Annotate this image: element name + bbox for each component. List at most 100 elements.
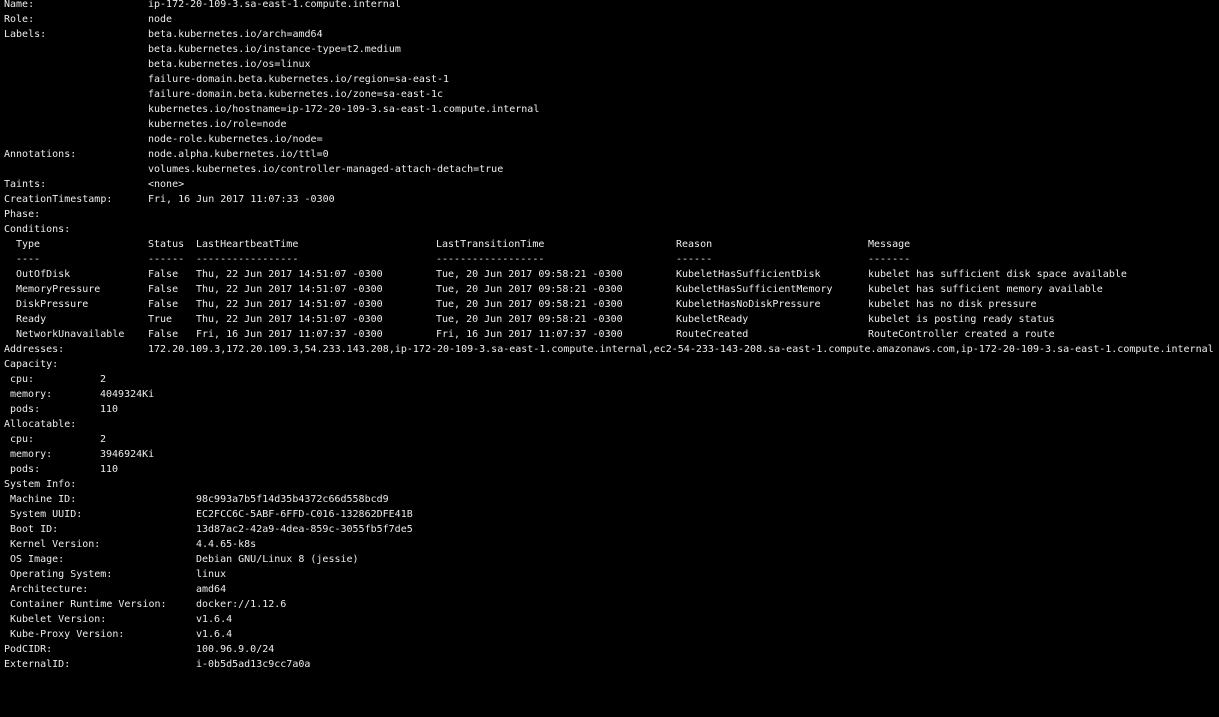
system-info-key: Operating System: — [10, 569, 113, 580]
condition-message: RouteController created a route — [868, 329, 1055, 340]
label-item: beta.kubernetes.io/os=linux — [148, 59, 311, 70]
condition-transition: Tue, 20 Jun 2017 09:58:21 -0300 — [436, 314, 623, 325]
condition-status: False — [148, 329, 179, 340]
system-info-label: System Info: — [4, 479, 77, 490]
taints-value: <none> — [148, 179, 185, 190]
capacity-item: pods: 110 — [4, 402, 1219, 417]
col-header-status: Status — [148, 239, 185, 250]
labels-row: Labels: beta.kubernetes.io/arch=amd64 — [4, 27, 1219, 42]
system-info-item: Operating System: linux — [4, 567, 1219, 582]
labels-row: kubernetes.io/hostname=ip-172-20-109-3.s… — [4, 102, 1219, 117]
annotation-item: volumes.kubernetes.io/controller-managed… — [148, 164, 504, 175]
annotations-row: volumes.kubernetes.io/controller-managed… — [4, 162, 1219, 177]
label-item: failure-domain.beta.kubernetes.io/region… — [148, 74, 450, 85]
condition-heartbeat: Thu, 22 Jun 2017 14:51:07 -0300 — [196, 269, 383, 280]
labels-row: failure-domain.beta.kubernetes.io/region… — [4, 72, 1219, 87]
label-item: failure-domain.beta.kubernetes.io/zone=s… — [148, 89, 444, 100]
system-info-key: Boot ID: — [10, 524, 59, 535]
system-info-row: System Info: — [4, 477, 1219, 492]
taints-label: Taints: — [4, 179, 47, 190]
system-info-item: Architecture: amd64 — [4, 582, 1219, 597]
condition-heartbeat: Thu, 22 Jun 2017 14:51:07 -0300 — [196, 284, 383, 295]
condition-heartbeat: Thu, 22 Jun 2017 14:51:07 -0300 — [196, 314, 383, 325]
conditions-separator: ---- ------ ----------------- ----------… — [4, 252, 1219, 267]
system-info-item: OS Image: Debian GNU/Linux 8 (jessie) — [4, 552, 1219, 567]
labels-row: beta.kubernetes.io/instance-type=t2.medi… — [4, 42, 1219, 57]
allocatable-label: Allocatable: — [4, 419, 77, 430]
allocatable-key: pods: — [10, 464, 41, 475]
allocatable-item: cpu: 2 — [4, 432, 1219, 447]
pod-cidr-label: PodCIDR: — [4, 644, 53, 655]
system-info-value: 98c993a7b5f14d35b4372c66d558bcd9 — [196, 494, 389, 505]
capacity-key: cpu: — [10, 374, 35, 385]
system-info-key: Kube-Proxy Version: — [10, 629, 125, 640]
condition-transition: Tue, 20 Jun 2017 09:58:21 -0300 — [436, 269, 623, 280]
label-item: beta.kubernetes.io/arch=amd64 — [148, 29, 323, 40]
col-separator: ----------------- — [196, 254, 299, 265]
col-header-message: Message — [868, 239, 911, 250]
system-info-value: 13d87ac2-42a9-4dea-859c-3055fb5f7de5 — [196, 524, 413, 535]
system-info-value: v1.6.4 — [196, 614, 233, 625]
label-item: kubernetes.io/role=node — [148, 119, 287, 130]
phase-row: Phase: — [4, 207, 1219, 222]
labels-row: beta.kubernetes.io/os=linux — [4, 57, 1219, 72]
system-info-key: OS Image: — [10, 554, 65, 565]
condition-type: Ready — [16, 314, 47, 325]
capacity-key: pods: — [10, 404, 41, 415]
addresses-label: Addresses: — [4, 344, 65, 355]
allocatable-key: memory: — [10, 449, 53, 460]
allocatable-value: 110 — [100, 464, 119, 475]
condition-message: kubelet has sufficient disk space availa… — [868, 269, 1127, 280]
taints-row: Taints: <none> — [4, 177, 1219, 192]
condition-status: False — [148, 269, 179, 280]
condition-status: False — [148, 284, 179, 295]
col-separator: ---- — [16, 254, 41, 265]
condition-message: kubelet has no disk pressure — [868, 299, 1037, 310]
system-info-key: Kubelet Version: — [10, 614, 107, 625]
condition-row: MemoryPressure False Thu, 22 Jun 2017 14… — [4, 282, 1219, 297]
label-item: beta.kubernetes.io/instance-type=t2.medi… — [148, 44, 401, 55]
system-info-key: Kernel Version: — [10, 539, 101, 550]
condition-reason: RouteCreated — [676, 329, 749, 340]
allocatable-value: 2 — [100, 434, 107, 445]
conditions-header: Type Status LastHeartbeatTime LastTransi… — [4, 237, 1219, 252]
allocatable-item: memory: 3946924Ki — [4, 447, 1219, 462]
creation-timestamp-value: Fri, 16 Jun 2017 11:07:33 -0300 — [148, 194, 335, 205]
condition-message: kubelet has sufficient memory available — [868, 284, 1103, 295]
condition-row: OutOfDisk False Thu, 22 Jun 2017 14:51:0… — [4, 267, 1219, 282]
addresses-row: Addresses: 172.20.109.3,172.20.109.3,54.… — [4, 342, 1219, 357]
creation-timestamp-label: CreationTimestamp: — [4, 194, 113, 205]
external-id-row: ExternalID: i-0b5d5ad13c9cc7a0a — [4, 657, 1219, 672]
external-id-value: i-0b5d5ad13c9cc7a0a — [196, 659, 311, 670]
allocatable-item: pods: 110 — [4, 462, 1219, 477]
condition-type: MemoryPressure — [16, 284, 101, 295]
col-separator: ------ — [676, 254, 713, 265]
system-info-item: Kube-Proxy Version: v1.6.4 — [4, 627, 1219, 642]
system-info-item: Kubelet Version: v1.6.4 — [4, 612, 1219, 627]
capacity-row: Capacity: — [4, 357, 1219, 372]
creation-timestamp-row: CreationTimestamp: Fri, 16 Jun 2017 11:0… — [4, 192, 1219, 207]
external-id-label: ExternalID: — [4, 659, 71, 670]
system-info-key: Machine ID: — [10, 494, 77, 505]
capacity-key: memory: — [10, 389, 53, 400]
system-info-value: EC2FCC6C-5ABF-6FFD-C016-132862DFE41B — [196, 509, 413, 520]
system-info-item: Boot ID: 13d87ac2-42a9-4dea-859c-3055fb5… — [4, 522, 1219, 537]
condition-type: DiskPressure — [16, 299, 89, 310]
annotations-row: Annotations: node.alpha.kubernetes.io/tt… — [4, 147, 1219, 162]
addresses-value: 172.20.109.3,172.20.109.3,54.233.143.208… — [148, 344, 1214, 355]
system-info-item: Machine ID: 98c993a7b5f14d35b4372c66d558… — [4, 492, 1219, 507]
system-info-value: 4.4.65-k8s — [196, 539, 257, 550]
col-header-type: Type — [16, 239, 41, 250]
col-separator: ------- — [868, 254, 911, 265]
system-info-key: Architecture: — [10, 584, 89, 595]
system-info-key: System UUID: — [10, 509, 83, 520]
col-header-transition: LastTransitionTime — [436, 239, 545, 250]
labels-row: kubernetes.io/role=node — [4, 117, 1219, 132]
condition-heartbeat: Fri, 16 Jun 2017 11:07:37 -0300 — [196, 329, 383, 340]
capacity-value: 2 — [100, 374, 107, 385]
allocatable-row: Allocatable: — [4, 417, 1219, 432]
condition-message: kubelet is posting ready status — [868, 314, 1055, 325]
system-info-item: Kernel Version: 4.4.65-k8s — [4, 537, 1219, 552]
condition-row: NetworkUnavailable False Fri, 16 Jun 201… — [4, 327, 1219, 342]
role-row: Role: node — [4, 12, 1219, 27]
